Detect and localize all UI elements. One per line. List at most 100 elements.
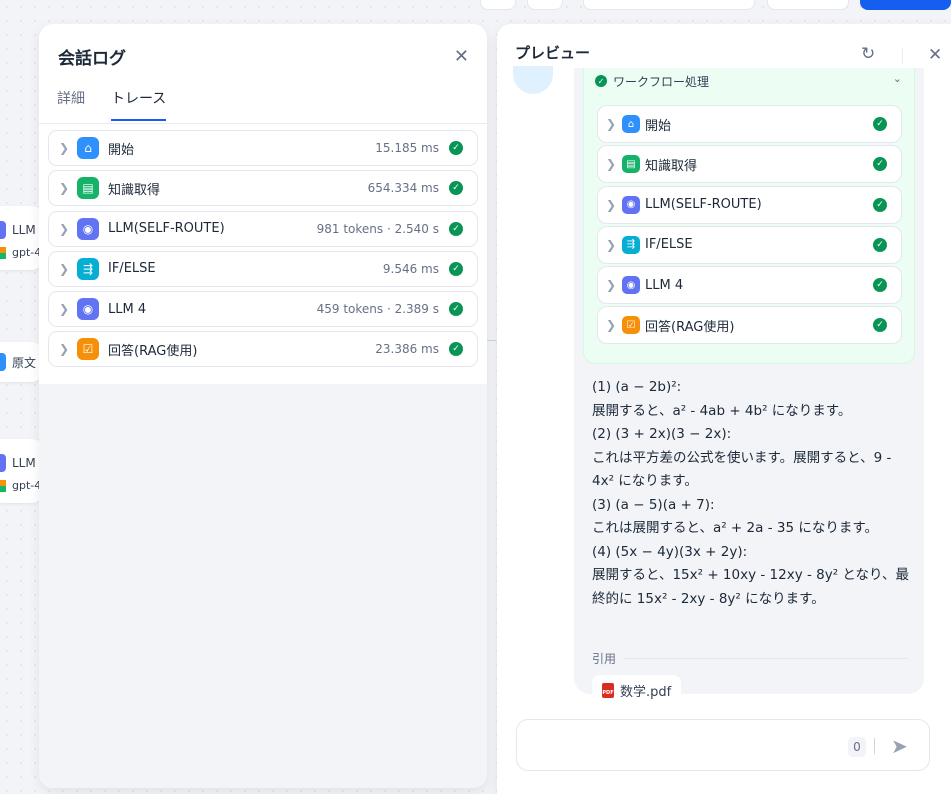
answer-line: (3) (a − 5)(a + 7): [592, 496, 715, 513]
workflow-header[interactable]: ✓ ワークフロー処理 [595, 74, 709, 88]
canvas-node-llm-2[interactable]: LLM gpt-4 [0, 439, 42, 503]
publish-button[interactable] [860, 0, 951, 10]
divider [902, 48, 903, 64]
workflow-step-llm-4[interactable]: ❯ ◉ LLM 4 ✓ [597, 266, 902, 305]
check-circle-icon: ✓ [873, 237, 887, 252]
check-circle-icon: ✓ [873, 278, 887, 293]
answer-line: これは平方差の公式を使います。展開すると、9 - 4x² になります。 [592, 449, 892, 490]
chevron-right-icon: ❯ [58, 261, 70, 276]
check-circle-icon: ✓ [449, 141, 463, 155]
refresh-icon[interactable]: ↻ [861, 44, 875, 64]
pdf-icon: PDF [602, 683, 614, 698]
check-circle-icon: ✓ [449, 302, 463, 317]
chevron-right-icon: ❯ [58, 342, 70, 357]
conversation-log-panel: 会話ログ ✕ 詳細 トレース ❯ ⌂ 開始 15.185 ms ✓ ❯ ▤ 知識… [39, 24, 487, 788]
check-circle-icon: ✓ [873, 197, 887, 212]
answer-line: (2) (3 + 2x)(3 − 2x): [592, 426, 732, 442]
tab-trace[interactable]: トレース [111, 88, 167, 121]
trace-name: LLM 4 [108, 301, 147, 317]
toolbar-button[interactable] [480, 0, 516, 10]
check-circle-icon: ✓ [873, 318, 887, 333]
check-circle-icon: ✓ [595, 75, 607, 87]
check-circle-icon: ✓ [449, 221, 463, 236]
trace-meta: 459 tokens · 2.389 s [316, 302, 439, 317]
citation-label: 引用 [592, 652, 617, 666]
brain-icon: ◉ [622, 276, 640, 295]
chevron-right-icon: ❯ [58, 221, 70, 236]
char-count: 0 [848, 737, 866, 757]
trace-row-llm-4[interactable]: ❯ ◉ LLM 4 459 tokens · 2.389 s ✓ [48, 291, 478, 328]
node-title: LLM [12, 223, 36, 237]
node-model: gpt-4 [12, 479, 42, 492]
trace-meta: 9.546 ms [382, 261, 439, 276]
chevron-right-icon: ❯ [605, 278, 617, 293]
check-circle-icon: ✓ [449, 181, 463, 196]
trace-meta: 23.386 ms [375, 342, 439, 357]
trace-row-answer[interactable]: ❯ ☑ 回答(RAG使用) 23.386 ms ✓ [48, 331, 478, 368]
workflow-step-list: ❯ ⌂ 開始 ✓ ❯ ▤ 知識取得 ✓ ❯ ◉ LLM(SELF-ROUTE) … [597, 105, 902, 347]
step-name: 開始 [645, 118, 672, 134]
branch-icon: ⇶ [77, 257, 99, 280]
toolbar-button[interactable] [767, 0, 849, 10]
trace-meta: 981 tokens · 2.540 s [316, 221, 439, 236]
trace-name: 開始 [108, 142, 135, 158]
answer-bubble: ✓ ワークフロー処理 ⌄ ❯ ⌂ 開始 ✓ ❯ ▤ 知識取得 ✓ ❯ ◉ LLM… [574, 68, 924, 706]
workflow-process-box: ✓ ワークフロー処理 ⌄ ❯ ⌂ 開始 ✓ ❯ ▤ 知識取得 ✓ ❯ ◉ LLM… [583, 68, 915, 364]
workflow-step-answer[interactable]: ❯ ☑ 回答(RAG使用) ✓ [597, 306, 902, 345]
citation-file[interactable]: PDF 数学.pdf [592, 675, 682, 706]
divider [624, 658, 908, 659]
divider [874, 738, 875, 754]
model-icon [0, 479, 6, 492]
trace-body: ❯ ⌂ 開始 15.185 ms ✓ ❯ ▤ 知識取得 654.334 ms ✓… [39, 124, 487, 788]
trace-meta: 15.185 ms [375, 141, 439, 155]
answer-line: 展開すると、a² - 4ab + 4b² になります。 [592, 402, 852, 419]
chevron-right-icon: ❯ [605, 237, 617, 252]
node-title: 原文 [12, 355, 37, 370]
step-name: LLM 4 [645, 277, 684, 293]
step-name: LLM(SELF-ROUTE) [645, 197, 762, 213]
chevron-right-icon: ❯ [58, 302, 70, 317]
step-name: 回答(RAG使用) [645, 319, 735, 335]
trace-name: LLM(SELF-ROUTE) [108, 221, 225, 237]
trace-row-knowledge[interactable]: ❯ ▤ 知識取得 654.334 ms ✓ [48, 170, 478, 207]
workflow-step-knowledge[interactable]: ❯ ▤ 知識取得 ✓ [597, 145, 902, 184]
node-title: LLM [12, 456, 36, 470]
workflow-step-start[interactable]: ❯ ⌂ 開始 ✓ [597, 105, 902, 143]
answer-line: (4) (5x − 4y)(3x + 2y): [592, 543, 748, 560]
chevron-down-icon[interactable]: ⌄ [893, 72, 902, 85]
book-icon: ▤ [622, 155, 640, 174]
toolbar-button[interactable] [583, 0, 755, 10]
send-icon[interactable]: ➤ [891, 734, 908, 758]
close-icon[interactable]: ✕ [928, 45, 942, 65]
check-circle-icon: ✓ [449, 261, 463, 276]
answer-line: これは展開すると、a² + 2a - 35 になります。 [592, 520, 878, 536]
avatar [513, 66, 553, 94]
trace-row-llm-self-route[interactable]: ❯ ◉ LLM(SELF-ROUTE) 981 tokens · 2.540 s… [48, 210, 478, 247]
close-icon[interactable]: ✕ [454, 46, 469, 67]
tab-bar: 詳細 トレース [57, 88, 167, 121]
workflow-step-ifelse[interactable]: ❯ ⇶ IF/ELSE ✓ [597, 225, 902, 264]
answer-icon: ☑ [77, 338, 99, 361]
panel-title: 会話ログ [58, 49, 126, 69]
toolbar-button[interactable] [527, 0, 563, 10]
trace-row-ifelse[interactable]: ❯ ⇶ IF/ELSE 9.546 ms ✓ [48, 250, 478, 287]
trace-row-start[interactable]: ❯ ⌂ 開始 15.185 ms ✓ [48, 130, 478, 166]
chevron-right-icon: ❯ [605, 197, 617, 212]
trace-list: ❯ ⌂ 開始 15.185 ms ✓ ❯ ▤ 知識取得 654.334 ms ✓… [39, 124, 487, 384]
answer-text: (1) (a − 2b)²: 展開すると、a² - 4ab + 4b² になりま… [592, 376, 912, 611]
workflow-step-llm-self-route[interactable]: ❯ ◉ LLM(SELF-ROUTE) ✓ [597, 185, 902, 224]
book-icon: ▤ [77, 177, 99, 200]
chat-input[interactable]: 0 ➤ [516, 719, 930, 771]
step-name: IF/ELSE [645, 237, 693, 253]
home-icon: ⌂ [77, 137, 99, 159]
answer-line: (1) (a − 2b)²: [592, 379, 682, 395]
canvas-node-llm-1[interactable]: LLM gpt-4 [0, 206, 42, 270]
home-icon: ⌂ [622, 115, 640, 133]
chevron-right-icon: ❯ [605, 117, 617, 131]
check-circle-icon: ✓ [449, 342, 463, 357]
preview-panel: ✓ ワークフロー処理 ⌄ ❯ ⌂ 開始 ✓ ❯ ▤ 知識取得 ✓ ❯ ◉ LLM… [497, 24, 951, 794]
chevron-right-icon: ❯ [58, 181, 70, 196]
check-circle-icon: ✓ [873, 117, 887, 131]
tab-details[interactable]: 詳細 [57, 88, 85, 121]
canvas-node-original[interactable]: 原文 [0, 342, 42, 382]
